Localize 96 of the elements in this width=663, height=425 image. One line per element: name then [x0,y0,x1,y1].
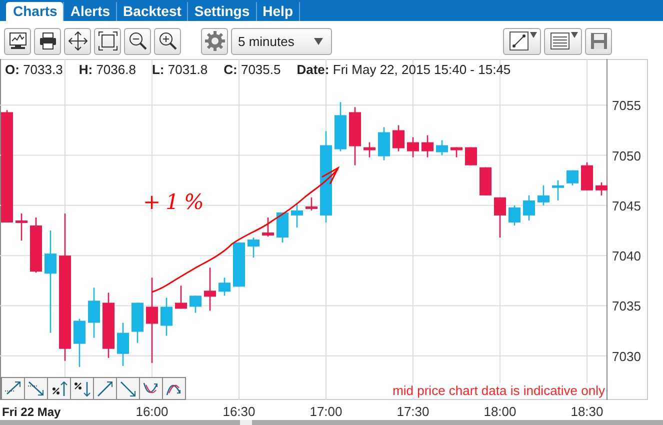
candlestick [233,242,245,287]
candlestick [407,137,419,158]
candlestick [566,170,578,186]
axis-label: 7055 [612,98,641,114]
indicators-button[interactable] [544,28,582,54]
chart-monitor-icon [6,30,28,52]
candlestick [334,102,346,152]
quote-value: Date: Fri May 22, 2015 15:40 - 15:45 [296,62,511,77]
nav-tab[interactable]: Help [256,2,300,21]
candlestick [508,205,520,226]
disclaimer-text: mid price chart data is indicative only [392,383,605,398]
line-up-icon [95,378,115,398]
zoom-out-icon [126,30,148,52]
axis-label: 7045 [612,198,641,214]
settings-icon [204,30,226,52]
candlestick [494,197,506,238]
candlestick [422,135,434,158]
axis-label: 7035 [612,298,641,314]
quote-value: L: 7031.8 [152,62,208,77]
candlestick [74,318,86,367]
nav-tab[interactable]: Settings [187,2,256,21]
candlestick [190,296,202,313]
drawing-tool-button[interactable] [24,377,48,400]
candlestick [88,288,100,338]
candlestick [306,197,318,210]
candlestick [248,238,260,258]
quote-value: O: 7033.3 [5,62,63,77]
candlestick [30,217,42,273]
candlestick [16,213,28,241]
candlestick [552,180,564,200]
list-icon [549,30,571,52]
drawing-tool-button[interactable] [47,377,71,400]
candlestick [349,107,361,166]
candlestick [538,185,550,206]
candlestick [465,147,477,166]
axis-label: 7050 [612,148,641,164]
axis-label: 17:00 [310,404,342,419]
trend-down-icon [26,378,46,398]
chart-type-button[interactable] [4,28,31,54]
axis-label: 7030 [612,348,641,364]
fit-screen-icon [96,30,118,52]
candlestick [276,212,288,243]
candlestick [117,322,129,366]
draw-line-button[interactable] [503,28,541,54]
axis-label: 18:30 [570,404,604,419]
caret-icon [314,38,323,44]
line-down-icon [118,378,138,398]
print-button[interactable] [34,28,61,54]
settings-button[interactable] [201,28,228,54]
candlestick [204,268,216,311]
interval-dropdown[interactable]: 5 minutes [231,28,332,54]
drawing-tool-button[interactable] [93,377,117,400]
zoom-out-button[interactable] [124,28,151,54]
scrollbar[interactable] [0,420,663,425]
candlestick [132,302,144,343]
candlestick [581,162,593,190]
candlestick [480,167,492,196]
drawing-tool-button[interactable] [70,377,94,400]
candlestick [175,286,187,309]
candlestick [450,147,462,158]
candlestick [596,182,608,196]
candlestick [436,140,448,156]
quote-value: H: 7036.8 [78,62,136,77]
candlestick [262,217,274,237]
axis-label: 18:00 [484,404,516,419]
drawing-tool-button[interactable] [116,377,140,400]
candlestick [392,125,404,152]
fit-button[interactable] [94,28,121,54]
candlestick [364,142,376,158]
move-button[interactable] [64,28,91,54]
candlestick [218,278,230,296]
zoom-in-icon [156,30,178,52]
axis-label: 17:30 [396,404,430,419]
zoom-in-button[interactable] [154,28,181,54]
save-button[interactable] [585,28,612,54]
drawing-tool-button[interactable] [139,377,163,400]
candlestick [160,298,172,336]
candlestick [523,195,535,220]
caret-icon [571,32,578,38]
annotation-text: +1% [143,190,209,214]
axis-label: 16:00 [136,404,168,419]
nav-tab[interactable]: Backtest [116,2,188,21]
caret-icon [530,32,537,38]
axis-label: 16:30 [222,404,256,419]
candlestick [102,292,114,358]
date-label: Fri 22 May [2,405,61,419]
axis-label: 7040 [612,248,641,264]
quote-value: C: 7035.5 [224,62,281,77]
line-tool-icon [508,30,530,52]
nav-tab[interactable]: Alerts [63,2,116,21]
nav-tab[interactable]: Charts [6,2,64,21]
candlestick [291,203,303,228]
candlestick [378,127,390,160]
move-icon [66,30,88,52]
drawing-tool-button[interactable] [162,377,186,400]
drawing-tool-button[interactable] [1,377,25,400]
